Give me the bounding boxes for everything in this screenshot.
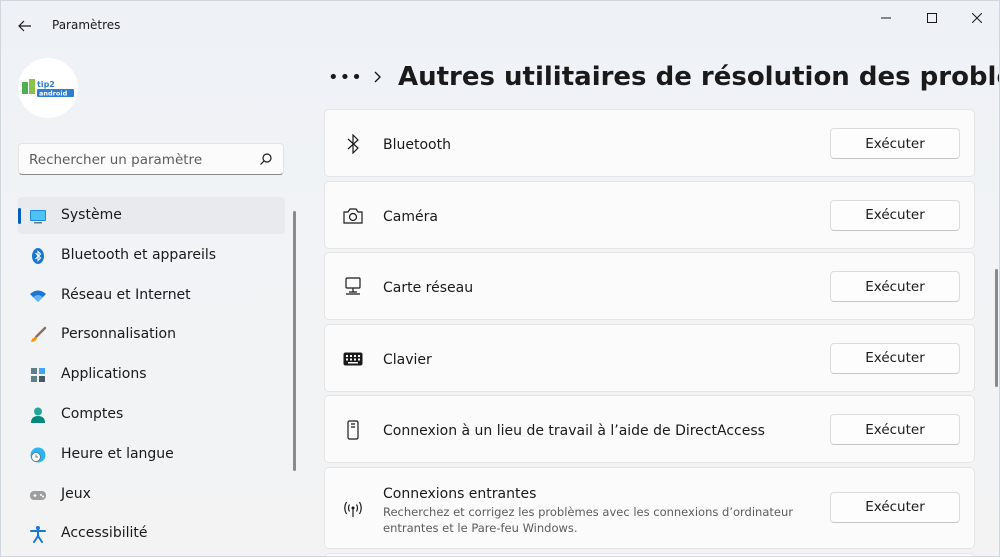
close-icon <box>972 13 982 23</box>
breadcrumb-more-button[interactable]: ••• <box>328 67 362 88</box>
minimize-button[interactable] <box>863 7 909 29</box>
sidebar-item-accessibility[interactable]: Accessibilité <box>18 515 285 552</box>
troubleshooter-description: Recherchez et corrigez les problèmes ave… <box>383 504 793 535</box>
run-camera-button[interactable]: Exécuter <box>830 199 960 231</box>
time-language-icon <box>30 447 46 463</box>
phone-device-icon <box>343 420 363 440</box>
troubleshooter-label: Carte réseau <box>383 280 474 297</box>
sidebar-item-label: Bluetooth et appareils <box>61 246 217 263</box>
sidebar-item-label: Jeux <box>61 485 91 502</box>
svg-text:tip2: tip2 <box>37 80 55 89</box>
sidebar-item-accounts[interactable]: Comptes <box>18 396 285 433</box>
maximize-icon <box>927 13 937 23</box>
sidebar-scrollbar[interactable] <box>293 211 296 471</box>
bluetooth-icon <box>343 134 363 154</box>
bluetooth-devices-icon <box>32 247 44 264</box>
troubleshooter-card-keyboard: Clavier Exécuter <box>324 323 975 392</box>
troubleshooter-card-camera: Caméra Exécuter <box>324 180 975 249</box>
troubleshooter-card-bluetooth: Bluetooth Exécuter <box>324 109 975 177</box>
run-incoming-connections-button[interactable]: Exécuter <box>830 491 960 523</box>
troubleshooter-label: Connexions entrantes <box>383 485 537 502</box>
breadcrumb: ••• Autres utilitaires de résolution des… <box>328 59 999 95</box>
accessibility-icon <box>30 526 46 544</box>
sidebar-item-bluetooth[interactable]: Bluetooth et appareils <box>18 237 285 274</box>
search-input[interactable] <box>29 151 249 169</box>
troubleshooter-label: Clavier <box>383 351 432 368</box>
back-button[interactable] <box>11 13 39 39</box>
tip2android-logo-icon: tip2 android <box>22 79 74 98</box>
sidebar-item-label: Accessibilité <box>61 525 148 542</box>
sidebar-item-label: Réseau et Internet <box>61 286 191 303</box>
svg-text:android: android <box>39 90 68 98</box>
network-adapter-icon <box>343 277 363 297</box>
app-title: Paramètres <box>52 18 121 32</box>
account-icon <box>31 407 45 423</box>
sidebar-item-label: Personnalisation <box>61 326 176 343</box>
sidebar-item-label: Heure et langue <box>61 445 174 462</box>
search-icon[interactable] <box>259 152 273 166</box>
incoming-connection-icon <box>343 499 363 519</box>
back-arrow-icon <box>18 20 31 32</box>
main-scrollbar[interactable] <box>995 269 998 387</box>
troubleshooter-label: Connexion à un lieu de travail à l’aide … <box>383 423 765 440</box>
avatar[interactable]: tip2 android <box>18 58 78 118</box>
settings-window: Paramètres tip2 android Rechercher un pa… <box>0 0 1000 557</box>
search-box[interactable] <box>18 143 284 175</box>
title-bar: Paramètres <box>1 1 999 51</box>
sidebar-item-label: Système <box>61 207 122 223</box>
close-button[interactable] <box>954 7 999 29</box>
troubleshooter-card-network-adapter: Carte réseau Exécuter <box>324 252 975 321</box>
active-indicator <box>18 208 21 224</box>
wifi-icon <box>30 290 46 302</box>
run-directaccess-button[interactable]: Exécuter <box>830 414 960 446</box>
gamepad-icon <box>30 490 46 500</box>
camera-icon <box>343 206 363 226</box>
maximize-button[interactable] <box>909 7 955 29</box>
page-title: Autres utilitaires de résolution des pro… <box>398 62 999 92</box>
troubleshooter-label: Bluetooth <box>383 137 451 153</box>
run-bluetooth-button[interactable]: Exécuter <box>830 128 960 159</box>
keyboard-icon <box>343 349 363 369</box>
minimize-icon <box>881 17 891 19</box>
sidebar-item-label: Applications <box>61 366 147 383</box>
troubleshooter-card-incoming-connections: Connexions entrantes Recherchez et corri… <box>324 466 975 549</box>
sidebar-item-apps[interactable]: Applications <box>18 356 285 393</box>
run-keyboard-button[interactable]: Exécuter <box>830 342 960 374</box>
troubleshooter-list: Bluetooth Exécuter Caméra Exécuter Carte… <box>324 109 975 556</box>
system-icon <box>30 210 46 224</box>
run-network-adapter-button[interactable]: Exécuter <box>830 271 960 303</box>
chevron-right-icon <box>374 71 381 83</box>
sidebar-item-gaming[interactable]: Jeux <box>18 476 285 513</box>
brush-icon <box>31 327 47 343</box>
troubleshooter-label: Caméra <box>383 208 438 225</box>
sidebar-item-time-language[interactable]: Heure et langue <box>18 436 285 473</box>
sidebar-nav: Système Bluetooth et appareils Réseau et… <box>18 197 285 555</box>
sidebar-item-systeme[interactable]: Système <box>18 197 285 234</box>
sidebar-item-network[interactable]: Réseau et Internet <box>18 277 285 314</box>
troubleshooter-card-next <box>324 552 975 556</box>
sidebar-item-personalization[interactable]: Personnalisation <box>18 316 285 353</box>
sidebar-item-label: Comptes <box>61 405 124 422</box>
troubleshooter-card-directaccess: Connexion à un lieu de travail à l’aide … <box>324 395 975 464</box>
apps-icon <box>31 368 45 383</box>
